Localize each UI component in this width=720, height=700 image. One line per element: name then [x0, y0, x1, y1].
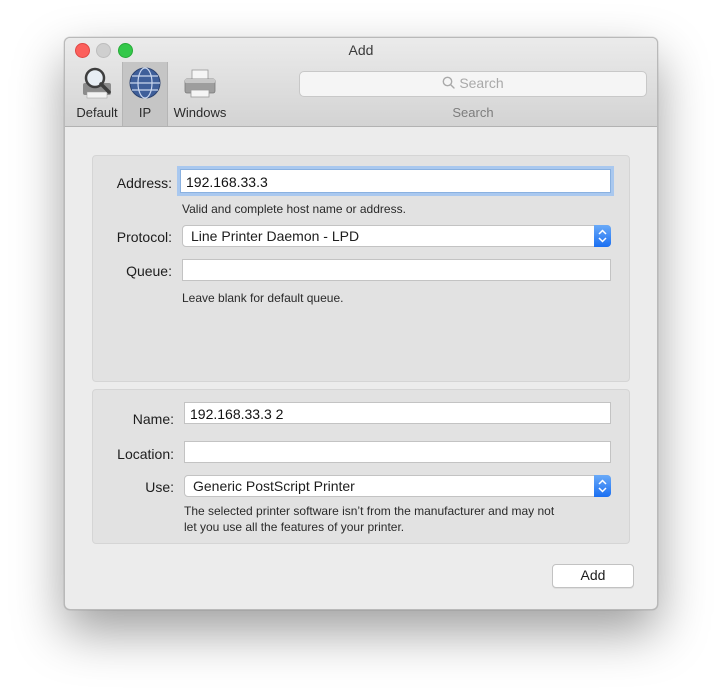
search-icon — [442, 76, 456, 89]
printer-settings-panel: Name: 192.168.33.3 2 Location: Use: Gene… — [92, 389, 630, 544]
queue-field[interactable] — [182, 259, 611, 281]
location-label: Location: — [117, 446, 174, 462]
window-title: Add — [348, 42, 374, 58]
protocol-stepper-icon — [594, 225, 611, 247]
protocol-value: Line Printer Daemon - LPD — [191, 228, 360, 244]
address-hint: Valid and complete host name or address. — [182, 202, 406, 216]
tab-windows[interactable]: Windows — [169, 62, 231, 126]
address-field[interactable]: 192.168.33.3 — [180, 169, 611, 193]
toolbar: Add Default IP Windows Search Search — [65, 38, 657, 127]
ip-settings-panel: Address: 192.168.33.3 Valid and complete… — [92, 155, 630, 382]
tab-windows-label: Windows — [173, 105, 227, 120]
globe-icon — [129, 67, 161, 99]
use-warning: The selected printer software isn’t from… — [184, 503, 624, 535]
use-value: Generic PostScript Printer — [193, 478, 355, 494]
magnifier-printer-icon — [83, 67, 111, 99]
use-warning-line2: let you use all the features of your pri… — [184, 520, 405, 534]
tab-default-label: Default — [76, 105, 118, 120]
name-field[interactable]: 192.168.33.3 2 — [184, 402, 611, 424]
protocol-select[interactable]: Line Printer Daemon - LPD — [182, 225, 611, 247]
use-warning-line1: The selected printer software isn’t from… — [184, 504, 555, 518]
address-label: Address: — [116, 175, 172, 191]
use-stepper-icon — [594, 475, 611, 497]
search-field[interactable]: Search — [299, 71, 647, 97]
search-caption: Search — [452, 105, 494, 120]
add-button[interactable]: Add — [552, 564, 634, 588]
add-printer-window: Add Default IP Windows Search Search Add… — [64, 37, 658, 610]
printer-icon — [184, 69, 216, 98]
search-placeholder: Search — [459, 75, 504, 91]
queue-label: Queue: — [126, 263, 172, 279]
tab-ip[interactable]: IP — [122, 62, 168, 126]
use-select[interactable]: Generic PostScript Printer — [184, 475, 611, 497]
queue-hint: Leave blank for default queue. — [182, 291, 344, 305]
protocol-label: Protocol: — [116, 229, 172, 245]
name-label: Name: — [132, 411, 174, 427]
use-label: Use: — [145, 479, 174, 495]
location-field[interactable] — [184, 441, 611, 463]
tab-ip-label: IP — [138, 105, 152, 120]
tab-default[interactable]: Default — [69, 62, 125, 126]
